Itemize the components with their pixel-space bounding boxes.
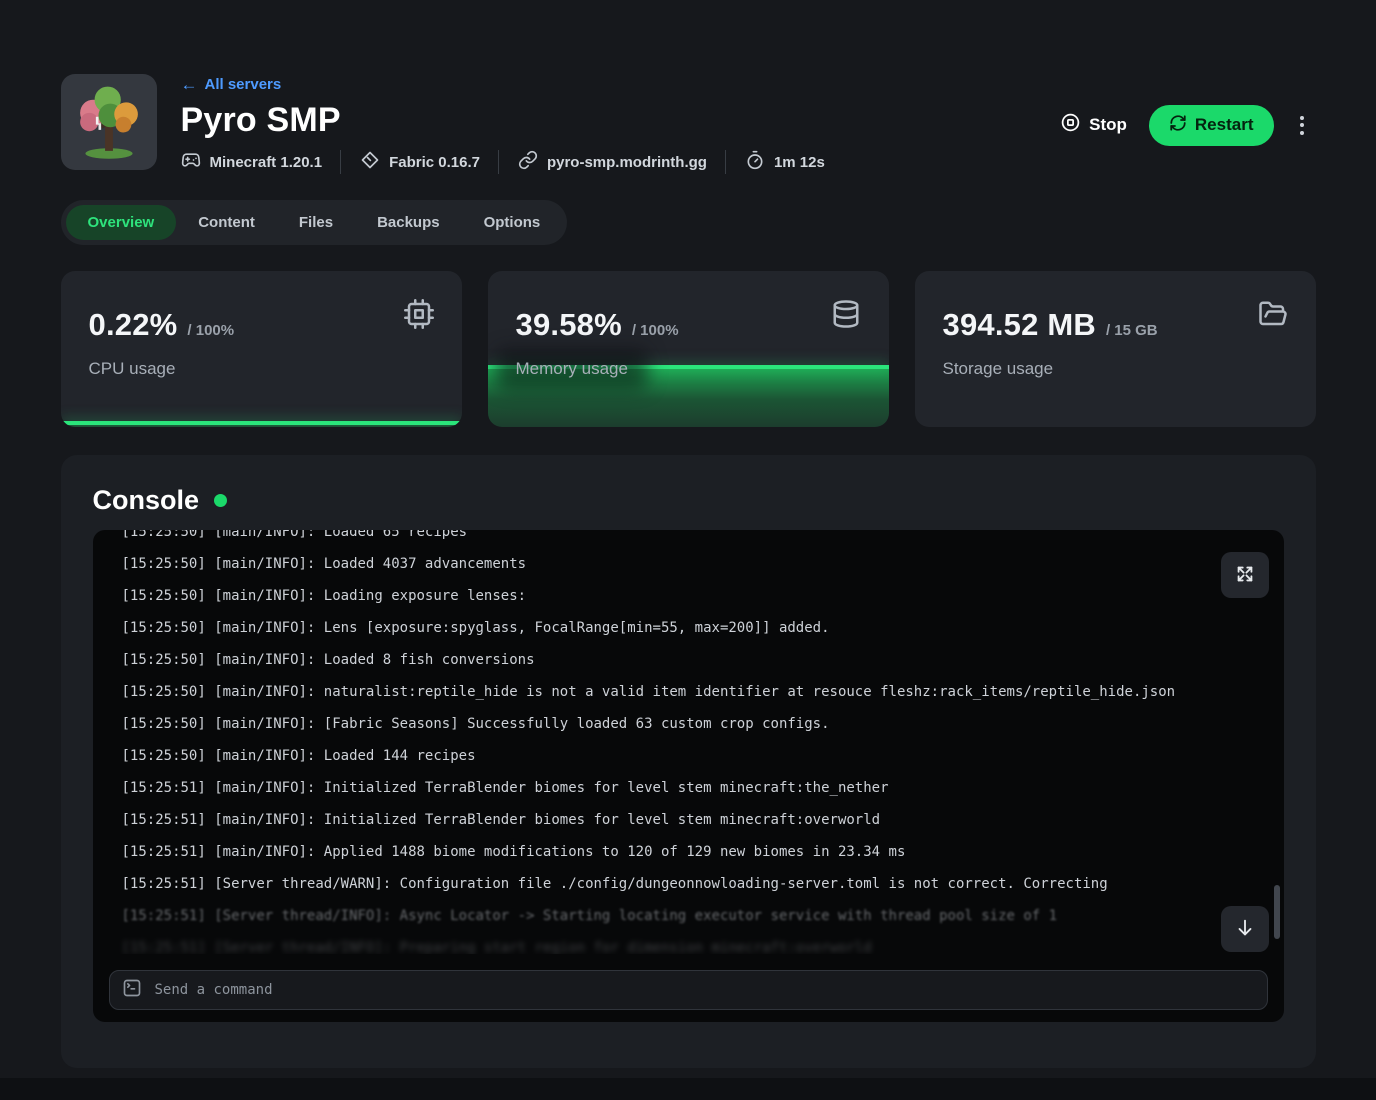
- server-actions: Stop Restart: [1048, 104, 1315, 146]
- expand-icon: [1234, 563, 1256, 588]
- tab-overview[interactable]: Overview: [66, 205, 177, 240]
- console-title: Console: [93, 485, 200, 516]
- console-log-line: [15:25:51] [main/INFO]: Applied 1488 bio…: [122, 836, 1264, 868]
- server-meta-row: Minecraft 1.20.1 Fabric 0.16.7 pyro-smp.mo…: [181, 150, 1049, 174]
- expand-console-button[interactable]: [1221, 552, 1269, 598]
- server-dashboard: ← All servers Pyro SMP Minecraft 1.20.1 F…: [61, 0, 1316, 1068]
- server-header: ← All servers Pyro SMP Minecraft 1.20.1 F…: [61, 74, 1316, 174]
- cpu-icon: [404, 299, 434, 334]
- meta-label: Fabric 0.16.7: [389, 154, 480, 171]
- loader-icon: [360, 150, 380, 174]
- timer-icon: [745, 150, 765, 174]
- terminal-icon: [122, 978, 142, 1003]
- stats-row: 0.22% / 100% CPU usage 39.58% / 100% Memory u…: [61, 271, 1316, 427]
- stat-value: 394.52 MB: [943, 307, 1096, 343]
- console-log: [15:25:50] [main/INFO]: Loaded 65 recipe…: [93, 530, 1284, 954]
- usage-fill-bar: [61, 421, 462, 427]
- overflow-menu-button[interactable]: [1288, 106, 1316, 145]
- stat-value: 39.58%: [516, 307, 622, 343]
- restart-button[interactable]: Restart: [1149, 105, 1274, 146]
- server-title: Pyro SMP: [181, 101, 1049, 140]
- console-scrollbar-thumb[interactable]: [1274, 885, 1280, 939]
- stat-label: Memory usage: [516, 359, 628, 379]
- console-log-line: [15:25:51] [Server thread/INFO]: Async L…: [122, 900, 1264, 932]
- console-log-line: [15:25:50] [main/INFO]: Loaded 4037 adva…: [122, 548, 1264, 580]
- gamepad-icon: [181, 150, 201, 174]
- tab-options[interactable]: Options: [462, 205, 563, 240]
- server-heading-block: ← All servers Pyro SMP Minecraft 1.20.1 F…: [181, 74, 1049, 174]
- stop-button-label: Stop: [1089, 115, 1127, 135]
- console-output: [15:25:50] [main/INFO]: Loaded 65 recipe…: [93, 530, 1284, 1022]
- console-log-line: [15:25:50] [main/INFO]: Loaded 8 fish co…: [122, 644, 1264, 676]
- console-card: Console [15:25:50] [main/INFO]: Loaded 6…: [61, 455, 1316, 1068]
- command-input[interactable]: [153, 981, 1255, 999]
- kebab-icon: [1300, 116, 1304, 120]
- stat-card-memory-usage: 39.58% / 100% Memory usage: [488, 271, 889, 427]
- meta-label: Minecraft 1.20.1: [210, 154, 323, 171]
- arrow-down-icon: [1234, 917, 1256, 942]
- online-status-dot: [214, 494, 227, 507]
- console-log-line: [15:25:50] [main/INFO]: naturalist:repti…: [122, 676, 1264, 708]
- command-input-wrap: [109, 970, 1268, 1010]
- database-icon: [831, 299, 861, 334]
- console-log-line: [15:25:51] [Server thread/WARN]: Configu…: [122, 868, 1264, 900]
- stat-label: Storage usage: [943, 359, 1054, 379]
- console-log-line: [15:25:51] [main/INFO]: Initialized Terr…: [122, 804, 1264, 836]
- back-to-all-servers-link[interactable]: ← All servers: [181, 76, 282, 93]
- meta-item[interactable]: pyro-smp.modrinth.gg: [498, 150, 707, 174]
- meta-item: Fabric 0.16.7: [340, 150, 480, 174]
- console-log-line: [15:25:50] [main/INFO]: [Fabric Seasons]…: [122, 708, 1264, 740]
- tab-content[interactable]: Content: [176, 205, 277, 240]
- restart-button-label: Restart: [1195, 115, 1254, 135]
- tab-bar: OverviewContentFilesBackupsOptions: [61, 200, 568, 245]
- console-log-line: [15:25:50] [main/INFO]: Lens [exposure:s…: [122, 612, 1264, 644]
- back-link-label: All servers: [205, 76, 282, 93]
- stat-max: / 100%: [632, 322, 679, 339]
- console-log-line: [15:25:50] [main/INFO]: Loading exposure…: [122, 580, 1264, 612]
- stat-label: CPU usage: [89, 359, 176, 379]
- tab-files[interactable]: Files: [277, 205, 355, 240]
- console-log-line: [15:25:51] [main/INFO]: Initialized Terr…: [122, 772, 1264, 804]
- stop-button[interactable]: Stop: [1048, 104, 1139, 146]
- console-log-line: [15:25:51] [Server thread/INFO]: Prepari…: [122, 932, 1264, 954]
- stat-value: 0.22%: [89, 307, 178, 343]
- meta-item: 1m 12s: [725, 150, 825, 174]
- link-icon: [518, 150, 538, 174]
- stat-max: / 15 GB: [1106, 322, 1158, 339]
- stop-icon: [1060, 112, 1081, 138]
- scroll-to-bottom-button[interactable]: [1221, 906, 1269, 952]
- folder-icon: [1258, 299, 1288, 334]
- restart-icon: [1169, 114, 1187, 137]
- server-icon: [61, 74, 157, 170]
- console-log-line: [15:25:50] [main/INFO]: Loaded 144 recip…: [122, 740, 1264, 772]
- stat-card-storage-usage: 394.52 MB / 15 GB Storage usage: [915, 271, 1316, 427]
- tab-backups[interactable]: Backups: [355, 205, 462, 240]
- tree-artwork: [67, 80, 151, 164]
- stat-max: / 100%: [187, 322, 234, 339]
- meta-label: 1m 12s: [774, 154, 825, 171]
- console-log-line: [15:25:50] [main/INFO]: Loaded 65 recipe…: [122, 530, 1264, 548]
- back-arrow-icon: ←: [181, 76, 198, 93]
- console-header: Console: [93, 485, 1284, 516]
- meta-item: Minecraft 1.20.1: [181, 150, 323, 174]
- stat-card-cpu-usage: 0.22% / 100% CPU usage: [61, 271, 462, 427]
- page-bottom-strip: [0, 1078, 1376, 1100]
- meta-label: pyro-smp.modrinth.gg: [547, 154, 707, 171]
